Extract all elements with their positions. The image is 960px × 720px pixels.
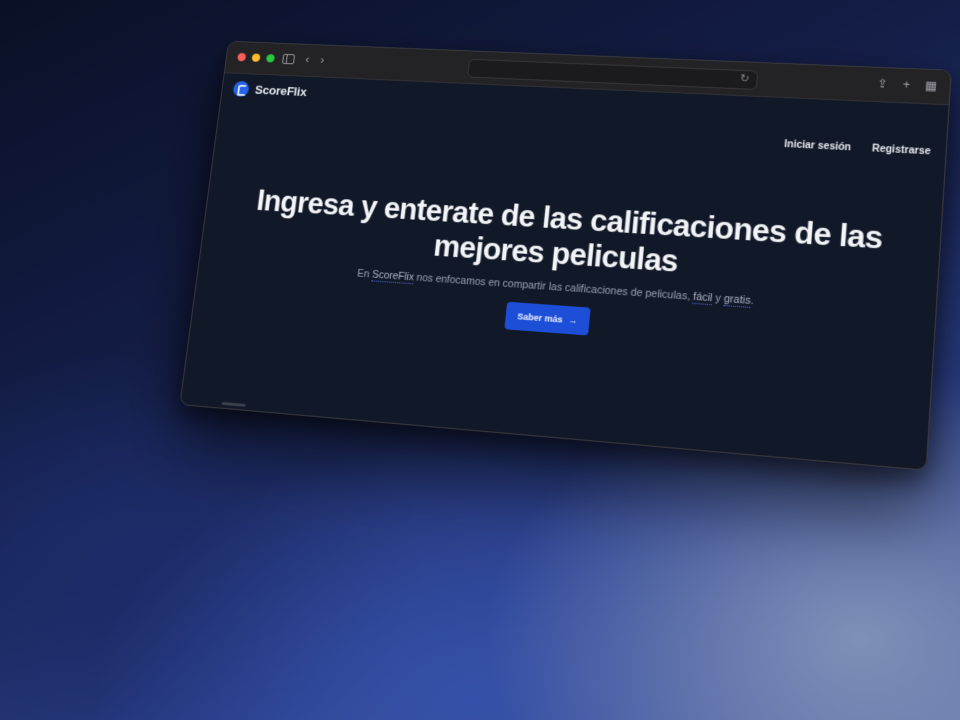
chevron-right-icon[interactable]: ›: [319, 53, 325, 68]
navigation-controls: ‹ ›: [282, 51, 325, 67]
window-controls: [237, 53, 275, 63]
chevron-left-icon[interactable]: ‹: [305, 52, 311, 67]
toolbar-actions: ⇪ + ▦: [877, 77, 938, 93]
tab-overview-icon[interactable]: ▦: [924, 79, 937, 93]
new-tab-icon[interactable]: +: [902, 78, 910, 92]
minimize-window-button[interactable]: [251, 53, 260, 61]
register-link[interactable]: Registrarse: [872, 143, 931, 157]
login-link[interactable]: Iniciar sesión: [784, 139, 851, 153]
share-icon[interactable]: ⇪: [877, 77, 889, 91]
subtitle-easy: fácil: [693, 291, 713, 305]
arrow-right-icon: →: [568, 315, 578, 326]
browser-window: ‹ › ↻ ⇪ + ▦ ScoreFlix Iniciar sesión Reg…: [179, 41, 952, 471]
subtitle-text: .: [750, 295, 754, 307]
web-page: ScoreFlix Iniciar sesión Registrarse Ing…: [180, 73, 948, 471]
subtitle-text: En: [356, 268, 372, 281]
close-window-button[interactable]: [237, 53, 246, 61]
learn-more-label: Saber más: [517, 311, 563, 324]
auth-nav: Iniciar sesión Registrarse: [784, 139, 931, 157]
learn-more-button[interactable]: Saber más →: [504, 302, 591, 336]
scroll-indicator: [221, 402, 246, 407]
subtitle-brand: ScoreFlix: [371, 269, 414, 284]
maximize-window-button[interactable]: [266, 54, 275, 62]
brand-name: ScoreFlix: [254, 83, 307, 99]
brand-logo[interactable]: ScoreFlix: [232, 81, 307, 100]
sidebar-icon[interactable]: [282, 54, 295, 64]
subtitle-free: gratis: [723, 293, 751, 308]
hero-section: Ingresa y enterate de las calificaciones…: [194, 181, 942, 361]
desktop-background: ‹ › ↻ ⇪ + ▦ ScoreFlix Iniciar sesión Reg…: [0, 0, 960, 720]
scoreflix-logo-icon: [232, 81, 249, 97]
reload-icon[interactable]: ↻: [740, 72, 750, 85]
hero-title: Ingresa y enterate de las calificaciones…: [224, 182, 914, 295]
